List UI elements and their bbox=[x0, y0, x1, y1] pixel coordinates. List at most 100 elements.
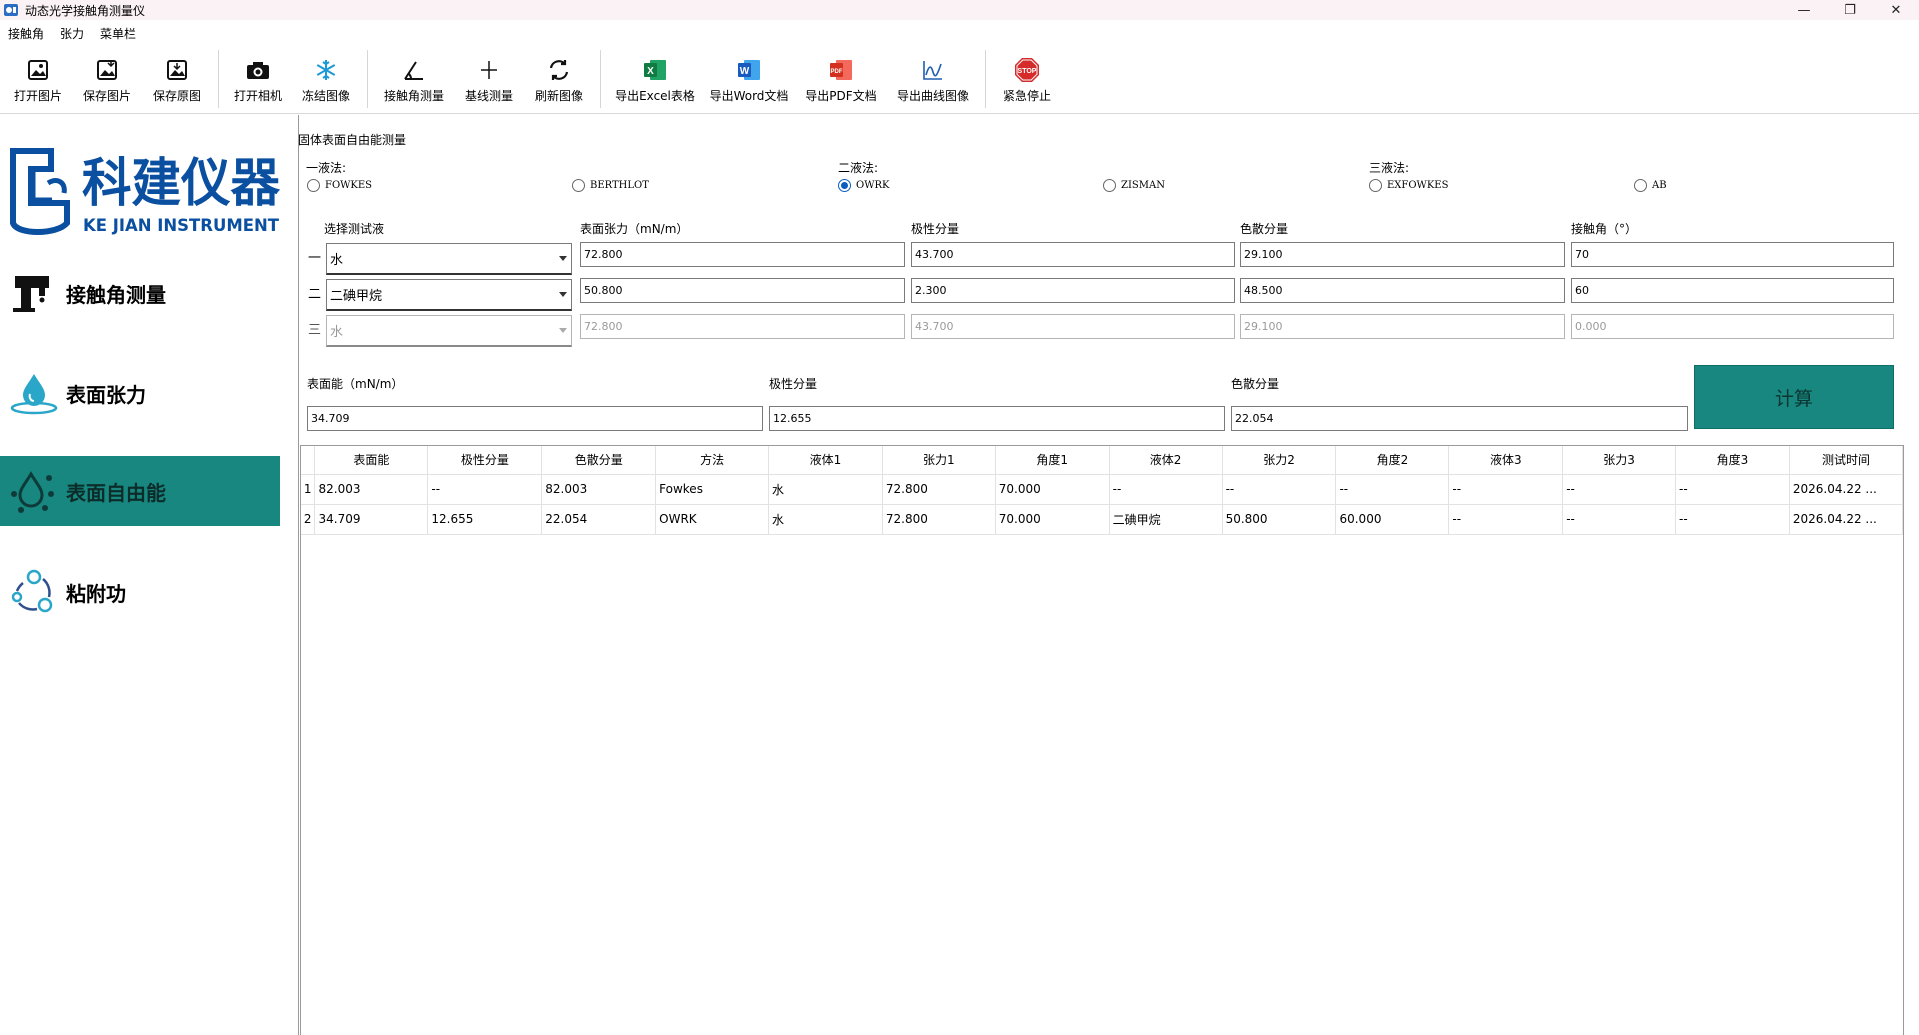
radio-ab[interactable]: AB bbox=[1634, 179, 1667, 192]
nav-contact-angle[interactable]: 接触角测量 bbox=[0, 258, 280, 328]
radio-zisman[interactable]: ZISMAN bbox=[1103, 179, 1165, 192]
table-header[interactable]: 液体2 bbox=[1109, 446, 1223, 475]
table-cell: 70.000 bbox=[995, 504, 1110, 535]
dispersion-field-3: 29.100 bbox=[1240, 314, 1565, 339]
liquid-select-2[interactable]: 二碘甲烷 bbox=[326, 279, 572, 311]
table-header[interactable]: 液体3 bbox=[1448, 446, 1564, 475]
dispersion-result-field[interactable]: 22.054 bbox=[1231, 406, 1688, 431]
table-header[interactable]: 表面能 bbox=[314, 446, 429, 475]
export-word-button[interactable]: W 导出Word文档 bbox=[703, 48, 795, 110]
menu-menubar[interactable]: 菜单栏 bbox=[100, 25, 136, 42]
svg-text:W: W bbox=[740, 66, 750, 77]
nav-surface-free-energy[interactable]: 表面自由能 bbox=[0, 456, 280, 526]
dispersion-field-2[interactable]: 48.500 bbox=[1240, 278, 1565, 303]
minimize-icon[interactable]: — bbox=[1781, 0, 1827, 20]
contact-angle-button[interactable]: 接触角测量 bbox=[374, 48, 454, 110]
table-cell: 82.003 bbox=[314, 474, 429, 505]
liquid-select-1[interactable]: 水 bbox=[326, 243, 572, 275]
radio-dot[interactable] bbox=[1103, 179, 1116, 192]
maximize-icon[interactable]: ❐ bbox=[1827, 0, 1873, 20]
table-cell: 60.000 bbox=[1335, 504, 1450, 535]
table-cell: 2026.04.22 ... bbox=[1789, 474, 1904, 505]
refresh-button[interactable]: 刷新图像 bbox=[524, 48, 594, 110]
table-header[interactable]: 张力2 bbox=[1222, 446, 1337, 475]
export-curve-button[interactable]: 导出曲线图像 bbox=[887, 48, 979, 110]
table-cell: OWRK bbox=[655, 504, 770, 535]
table-cell: -- bbox=[1562, 504, 1677, 535]
save-original-button[interactable]: 保存原图 bbox=[142, 48, 212, 110]
export-pdf-button[interactable]: PDF 导出PDF文档 bbox=[795, 48, 887, 110]
open-camera-button[interactable]: 打开相机 bbox=[225, 48, 291, 110]
energy-result-field[interactable]: 34.709 bbox=[307, 406, 763, 431]
nav-label: 接触角测量 bbox=[66, 282, 166, 307]
menu-bar: 接触角 张力 菜单栏 bbox=[0, 22, 1919, 44]
menu-contact-angle[interactable]: 接触角 bbox=[8, 25, 44, 42]
baseline-icon bbox=[475, 56, 503, 84]
angle-field-1[interactable]: 70 bbox=[1571, 242, 1894, 267]
tension-field-1[interactable]: 72.800 bbox=[580, 242, 905, 267]
table-cell: -- bbox=[427, 474, 543, 505]
table-header[interactable]: 色散分量 bbox=[541, 446, 657, 475]
nav-surface-tension[interactable]: 表面张力 bbox=[0, 358, 280, 428]
sidebar-divider bbox=[298, 115, 299, 1035]
table-row[interactable]: 2 34.709 12.655 22.054 OWRK 水 72.800 70.… bbox=[301, 504, 1904, 535]
word-icon: W bbox=[735, 56, 763, 84]
save-image-button[interactable]: 保存图片 bbox=[72, 48, 142, 110]
table-header[interactable]: 角度2 bbox=[1335, 446, 1450, 475]
col-header-angle: 接触角（°） bbox=[1571, 222, 1638, 236]
table-cell: 水 bbox=[768, 474, 883, 505]
table-header[interactable]: 张力1 bbox=[882, 446, 996, 475]
polar-field-1[interactable]: 43.700 bbox=[911, 242, 1235, 267]
tension-field-2[interactable]: 50.800 bbox=[580, 278, 905, 303]
radio-fowkes[interactable]: FOWKES bbox=[307, 179, 372, 192]
export-excel-button[interactable]: X 导出Excel表格 bbox=[607, 48, 703, 110]
menu-tension[interactable]: 张力 bbox=[60, 25, 84, 42]
excel-icon: X bbox=[641, 56, 669, 84]
window-title: 动态光学接触角测量仪 bbox=[25, 3, 146, 18]
baseline-button[interactable]: 基线测量 bbox=[454, 48, 524, 110]
radio-exfowkes[interactable]: EXFOWKES bbox=[1369, 179, 1448, 192]
table-row[interactable]: 1 82.003 -- 82.003 Fowkes 水 72.800 70.00… bbox=[301, 474, 1904, 505]
radio-berthlot[interactable]: BERTHLOT bbox=[572, 179, 649, 192]
emergency-stop-button[interactable]: STOP 紧急停止 bbox=[992, 48, 1062, 110]
close-icon[interactable]: ✕ bbox=[1873, 0, 1919, 20]
radio-dot[interactable] bbox=[1634, 179, 1647, 192]
refresh-icon bbox=[545, 56, 573, 84]
row-number: 2 bbox=[301, 504, 316, 535]
title-bar: 动态光学接触角测量仪 — ❐ ✕ bbox=[0, 0, 1919, 20]
table-header[interactable]: 方法 bbox=[655, 446, 770, 475]
col-header-liquid: 选择测试液 bbox=[324, 222, 385, 236]
brand-logo: 科建仪器 KE JIAN INSTRUMENT bbox=[10, 145, 285, 237]
polar-result-field[interactable]: 12.655 bbox=[769, 406, 1225, 431]
table-header[interactable]: 角度1 bbox=[995, 446, 1110, 475]
table-cell: 2026.04.22 ... bbox=[1789, 504, 1904, 535]
table-header[interactable]: 液体1 bbox=[768, 446, 883, 475]
table-cell: -- bbox=[1109, 474, 1223, 505]
table-header[interactable]: 角度3 bbox=[1675, 446, 1790, 475]
table-header[interactable]: 张力3 bbox=[1562, 446, 1677, 475]
radio-dot[interactable] bbox=[572, 179, 585, 192]
angle-field-2[interactable]: 60 bbox=[1571, 278, 1894, 303]
adhesion-icon bbox=[6, 564, 62, 620]
table-cell: -- bbox=[1222, 474, 1337, 505]
polar-field-2[interactable]: 2.300 bbox=[911, 278, 1235, 303]
open-image-button[interactable]: 打开图片 bbox=[4, 48, 72, 110]
radio-dot[interactable] bbox=[1369, 179, 1382, 192]
polar-field-3: 43.700 bbox=[911, 314, 1235, 339]
nav-adhesion-work[interactable]: 粘附功 bbox=[0, 557, 280, 627]
table-cell: Fowkes bbox=[655, 474, 770, 505]
chevron-down-icon bbox=[559, 256, 567, 261]
freeze-image-button[interactable]: 冻结图像 bbox=[291, 48, 361, 110]
table-header[interactable]: 极性分量 bbox=[427, 446, 543, 475]
radio-owrk[interactable]: OWRK bbox=[838, 179, 889, 192]
table-cell: 82.003 bbox=[541, 474, 657, 505]
toolbar-label: 打开相机 bbox=[233, 89, 282, 103]
col-header-tension: 表面张力（mN/m） bbox=[580, 222, 689, 236]
table-header[interactable]: 测试时间 bbox=[1789, 446, 1904, 475]
radio-dot-selected[interactable] bbox=[838, 179, 851, 192]
dispersion-field-1[interactable]: 29.100 bbox=[1240, 242, 1565, 267]
radio-dot[interactable] bbox=[307, 179, 320, 192]
calculate-button[interactable]: 计算 bbox=[1694, 365, 1894, 429]
table-cell: -- bbox=[1675, 474, 1790, 505]
radio-label: BERTHLOT bbox=[590, 180, 649, 191]
